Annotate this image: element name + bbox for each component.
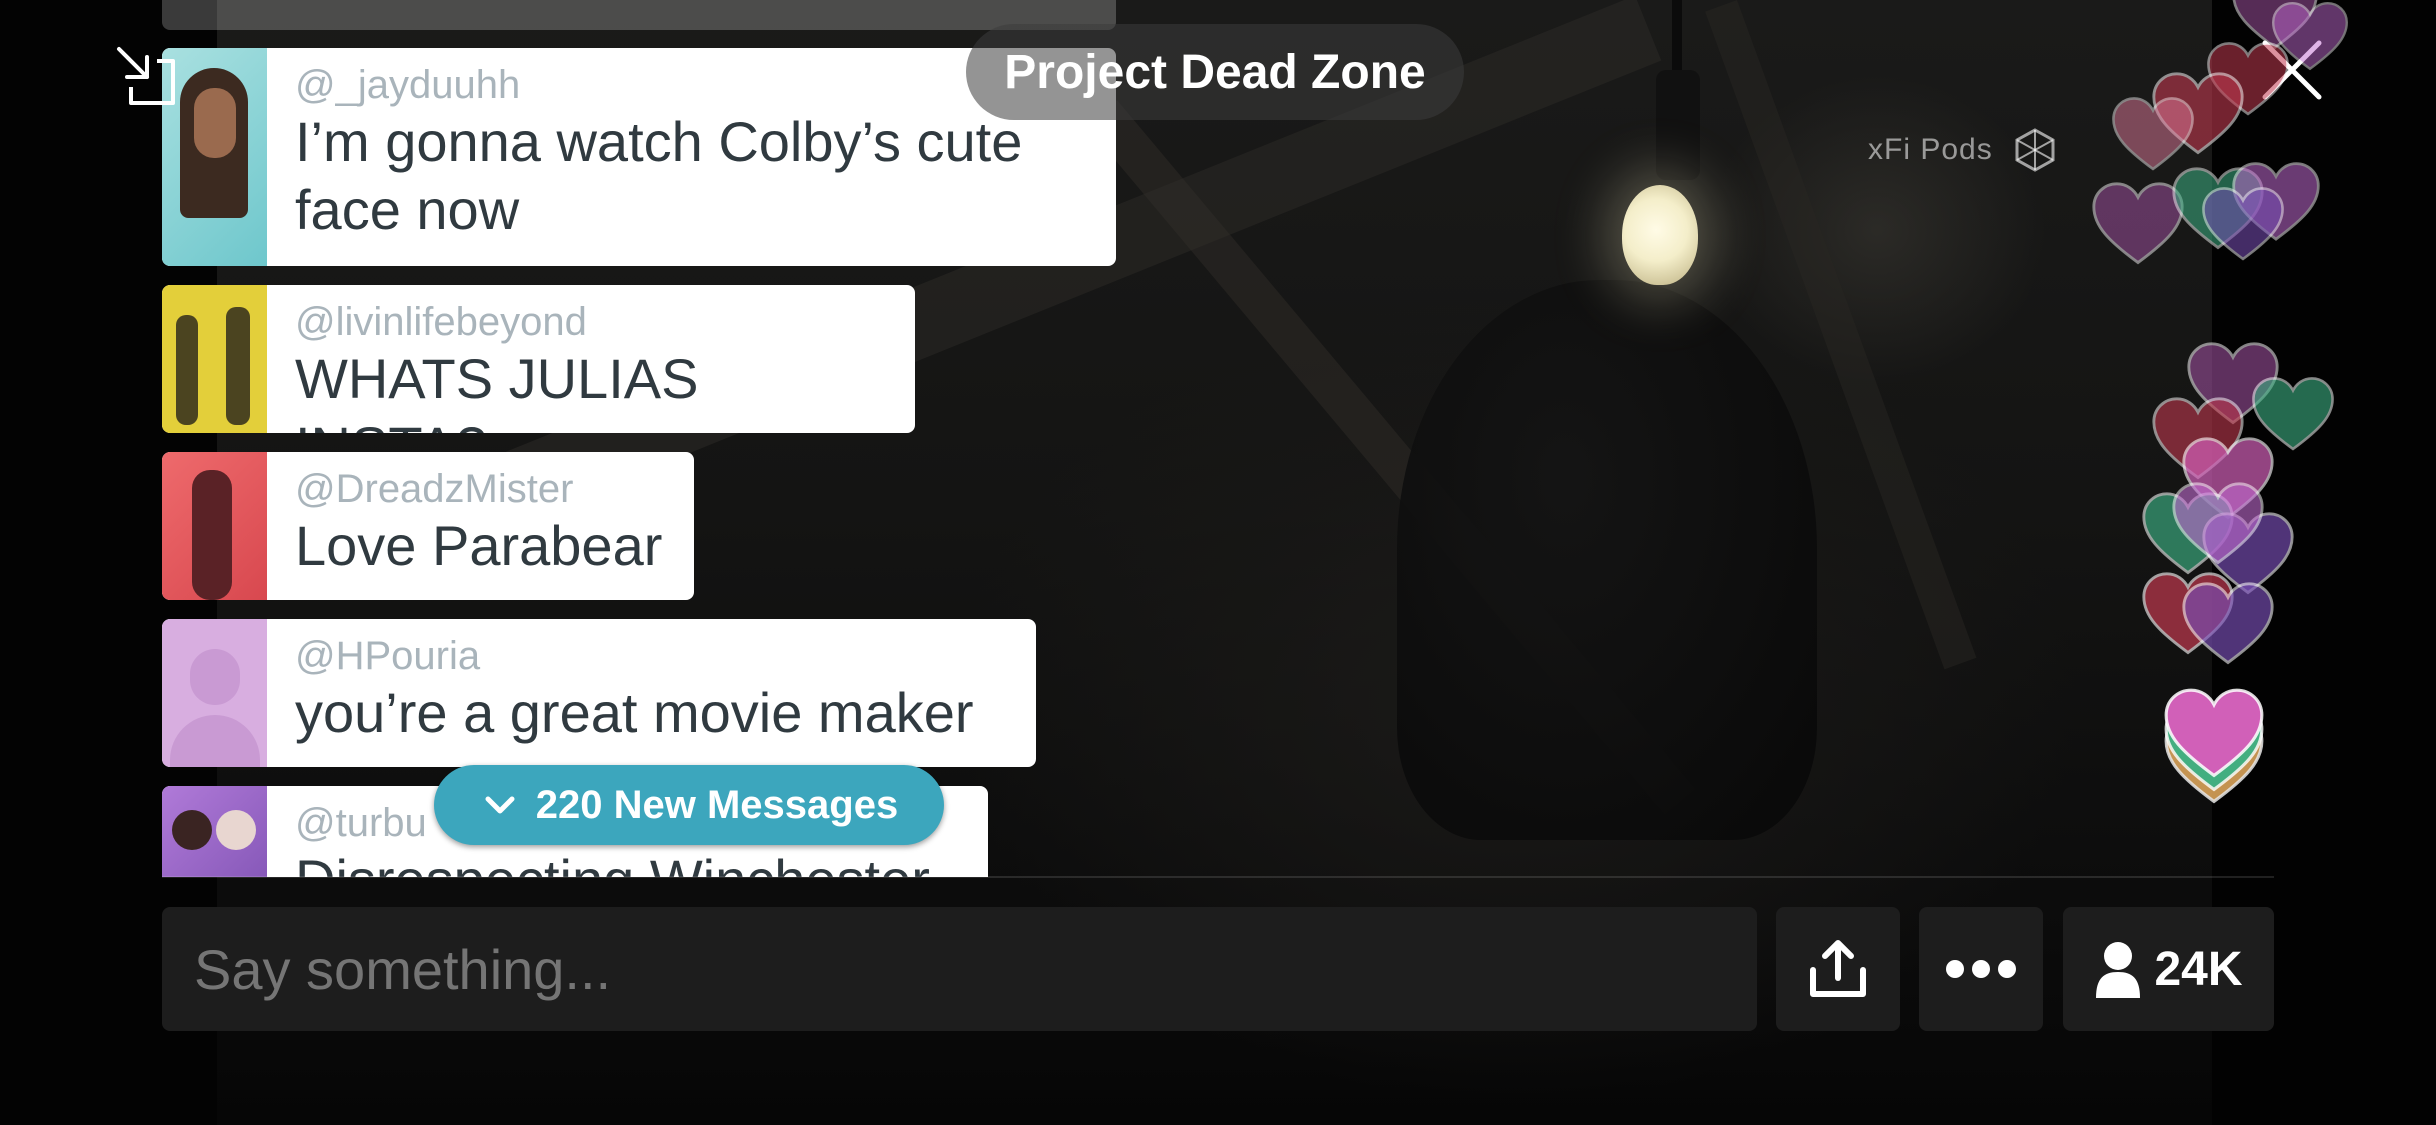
chat-text: I’m gonna watch Colby’s cute xyxy=(295,110,1023,173)
chat-message-partial xyxy=(162,0,1116,30)
new-messages-label: 220 New Messages xyxy=(535,782,899,827)
new-messages-button[interactable]: 220 New Messages xyxy=(434,765,944,845)
viewers-button[interactable]: 24K xyxy=(2063,907,2274,1031)
minimize-button[interactable] xyxy=(108,38,184,114)
person-icon xyxy=(2096,942,2141,998)
heart-icon xyxy=(2112,97,2194,171)
share-button[interactable] xyxy=(1776,907,1900,1031)
heart-icon xyxy=(2202,187,2284,261)
avatar[interactable] xyxy=(162,452,267,600)
chat-username[interactable]: @livinlifebeyond xyxy=(295,299,887,345)
heart-icon xyxy=(2164,688,2264,778)
viewer-count: 24K xyxy=(2154,942,2243,996)
chat-feed[interactable]: @_jayduuhh I’m gonna watch Colby’s cute … xyxy=(162,0,1162,877)
stream-title: Project Dead Zone xyxy=(966,24,1464,120)
cube-logo-icon xyxy=(2015,128,2055,172)
heart-icon xyxy=(2172,482,2264,565)
chat-message[interactable]: @DreadzMister Love Parabear xyxy=(162,452,694,600)
watermark-label: xFi Pods xyxy=(1868,133,1993,166)
share-icon xyxy=(1810,940,1866,997)
chat-text: Love Parabear xyxy=(295,514,663,577)
avatar[interactable] xyxy=(162,786,267,877)
chat-text: WHATS JULIAS INSTA? xyxy=(295,347,699,433)
chat-username[interactable]: @HPouria xyxy=(295,633,974,679)
chat-message[interactable]: @HPouria you’re a great movie maker xyxy=(162,619,1036,767)
chat-text: you’re a great movie maker xyxy=(295,681,974,744)
minimize-icon xyxy=(117,47,175,105)
stream-title-text: Project Dead Zone xyxy=(1004,45,1426,99)
person-silhouette xyxy=(1397,280,1817,840)
chat-username[interactable]: @_jayduuhh xyxy=(295,62,1022,108)
more-button[interactable] xyxy=(1919,907,2043,1031)
chat-input[interactable] xyxy=(162,907,1757,1031)
chat-message[interactable]: @livinlifebeyond WHATS JULIAS INSTA? xyxy=(162,285,915,433)
light-bulb xyxy=(1622,185,1698,285)
heart-icon xyxy=(2182,582,2274,665)
avatar[interactable] xyxy=(162,285,267,433)
watermark: xFi Pods xyxy=(1868,128,2059,172)
broadcast-viewer: xFi Pods @_jayduuhh I’m gonna watch Colb… xyxy=(0,0,2436,1125)
divider xyxy=(162,876,2274,878)
chevron-down-icon xyxy=(485,796,515,814)
chat-username[interactable]: @DreadzMister xyxy=(295,466,662,512)
chat-text: Disrespecting Winchester xyxy=(295,846,930,877)
avatar[interactable] xyxy=(162,619,267,767)
more-icon xyxy=(1946,960,2016,978)
chat-text: face now xyxy=(295,178,520,241)
